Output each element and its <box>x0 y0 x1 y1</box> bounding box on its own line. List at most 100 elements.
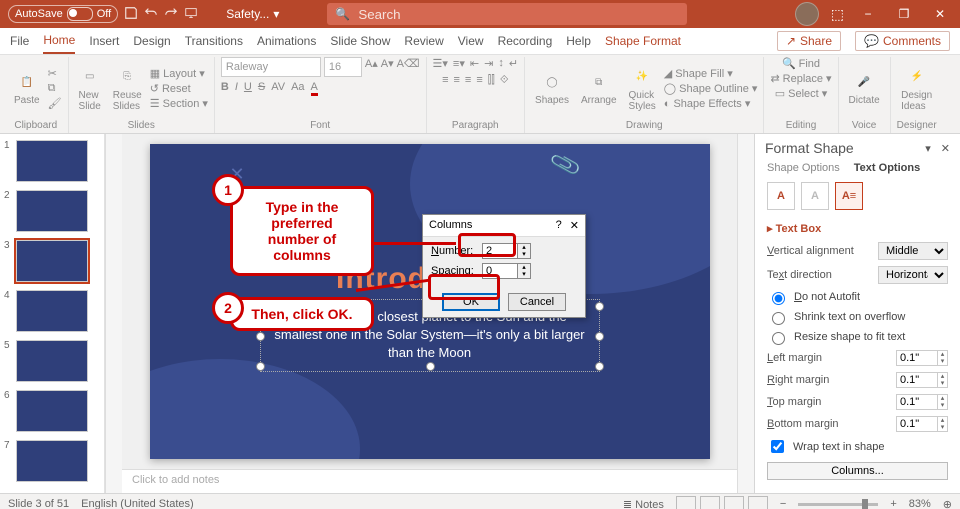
select-button[interactable]: ▭ Select ▾ <box>775 87 828 100</box>
indent-right-icon[interactable]: ⇥ <box>484 57 493 70</box>
spin-up-icon[interactable]: ▴ <box>518 264 530 271</box>
pane-dropdown-icon[interactable]: ▾ <box>925 142 931 155</box>
left-margin-input[interactable] <box>896 350 937 366</box>
tab-animations[interactable]: Animations <box>257 29 316 53</box>
tab-help[interactable]: Help <box>566 29 591 53</box>
clear-format-icon[interactable]: A⌫ <box>397 57 420 77</box>
ribbon-display-icon[interactable]: ⬚ <box>831 6 844 23</box>
normal-view-button[interactable] <box>676 496 696 509</box>
autofit-none-radio[interactable] <box>772 292 785 305</box>
top-margin-input[interactable] <box>896 394 937 410</box>
spin-down-icon[interactable]: ▾ <box>938 402 947 409</box>
reuse-slides-button[interactable]: ⎘ Reuse Slides <box>109 64 146 114</box>
shape-outline-button[interactable]: ◯ Shape Outline ▾ <box>664 82 758 95</box>
dialog-help-button[interactable]: ? <box>556 219 562 232</box>
slide-thumbnail[interactable] <box>16 340 88 382</box>
copy-icon[interactable]: ⧉ <box>48 82 62 95</box>
font-name-input[interactable]: Raleway <box>221 57 321 77</box>
tab-recording[interactable]: Recording <box>498 29 553 53</box>
spin-down-icon[interactable]: ▾ <box>518 251 530 258</box>
layout-button[interactable]: ▦ Layout ▾ <box>150 67 208 80</box>
design-ideas-button[interactable]: ⚡Design Ideas <box>897 64 936 114</box>
tab-design[interactable]: Design <box>133 29 170 53</box>
section-button[interactable]: ☰ Section ▾ <box>150 97 208 110</box>
tab-file[interactable]: File <box>10 29 29 53</box>
zoom-out-button[interactable]: − <box>780 498 786 509</box>
columns-button[interactable]: Columns... <box>767 462 948 480</box>
slide-thumbnail[interactable] <box>16 140 88 182</box>
zoom-level[interactable]: 83% <box>909 498 931 509</box>
language-indicator[interactable]: English (United States) <box>81 498 194 509</box>
text-effects-tab-icon[interactable]: A <box>801 182 829 210</box>
spin-down-icon[interactable]: ▾ <box>518 271 530 278</box>
resize-handle[interactable] <box>426 362 435 371</box>
slide-thumbnail[interactable] <box>16 240 88 282</box>
tab-home[interactable]: Home <box>43 28 75 54</box>
spin-up-icon[interactable]: ▴ <box>518 244 530 251</box>
spin-down-icon[interactable]: ▾ <box>938 380 947 387</box>
cut-icon[interactable]: ✂ <box>48 67 62 80</box>
spin-up-icon[interactable]: ▴ <box>938 373 947 380</box>
fit-to-window-button[interactable]: ⊕ <box>943 498 952 509</box>
justify-icon[interactable]: ≡ <box>476 74 482 87</box>
columns-icon[interactable]: ⫿⫿ <box>488 74 495 87</box>
quick-styles-button[interactable]: ✨Quick Styles <box>625 64 660 114</box>
slide-thumbnail[interactable] <box>16 390 88 432</box>
tab-view[interactable]: View <box>458 29 484 53</box>
restore-button[interactable]: ❐ <box>892 7 916 21</box>
close-button[interactable]: ✕ <box>928 7 952 21</box>
spin-down-icon[interactable]: ▾ <box>938 424 947 431</box>
tab-transitions[interactable]: Transitions <box>185 29 243 53</box>
document-name[interactable]: Safety... ▾ <box>226 7 279 21</box>
line-spacing-icon[interactable]: ↕ <box>498 57 504 70</box>
strike-button[interactable]: S <box>258 81 265 96</box>
autofit-resize-radio[interactable] <box>772 332 785 345</box>
align-center-icon[interactable]: ≡ <box>454 74 460 87</box>
resize-handle[interactable] <box>595 332 604 341</box>
notes-toggle[interactable]: ≣ Notes <box>623 498 664 509</box>
dialog-close-button[interactable]: ✕ <box>570 219 579 232</box>
reset-button[interactable]: ↺ Reset <box>150 82 208 95</box>
autosave-toggle[interactable]: AutoSave Off <box>8 5 118 23</box>
arrange-button[interactable]: ⧉Arrange <box>577 69 621 108</box>
search-box[interactable]: 🔍 <box>327 3 687 25</box>
minimize-button[interactable]: − <box>856 7 880 21</box>
wrap-checkbox[interactable] <box>771 440 784 453</box>
text-direction-select[interactable]: Horizontal <box>878 266 948 284</box>
bullets-icon[interactable]: ☰▾ <box>433 57 448 70</box>
underline-button[interactable]: U <box>244 81 252 96</box>
slide-thumbnail[interactable] <box>16 290 88 332</box>
char-spacing-button[interactable]: AV <box>271 81 285 96</box>
numbering-icon[interactable]: ≡▾ <box>453 57 465 70</box>
share-button[interactable]: ↗Share <box>777 31 841 51</box>
notes-pane[interactable]: Click to add notes <box>122 469 737 493</box>
start-slideshow-icon[interactable] <box>184 6 198 23</box>
indent-left-icon[interactable]: ⇤ <box>470 57 479 70</box>
spin-down-icon[interactable]: ▾ <box>938 358 947 365</box>
pane-close-button[interactable]: ✕ <box>941 142 950 155</box>
slide-thumbnail[interactable] <box>16 440 88 482</box>
find-button[interactable]: 🔍 Find <box>782 57 820 70</box>
font-size-input[interactable]: 16 <box>324 57 362 77</box>
zoom-in-button[interactable]: + <box>890 498 896 509</box>
tab-shape-format[interactable]: Shape Format <box>605 29 681 53</box>
align-right-icon[interactable]: ≡ <box>465 74 471 87</box>
increase-font-icon[interactable]: A▴ <box>365 57 378 77</box>
resize-handle[interactable] <box>256 362 265 371</box>
spin-up-icon[interactable]: ▴ <box>938 395 947 402</box>
undo-icon[interactable] <box>144 6 158 23</box>
new-slide-button[interactable]: ▭ New Slide <box>75 64 105 114</box>
tab-insert[interactable]: Insert <box>89 29 119 53</box>
font-color-button[interactable]: A <box>311 81 318 96</box>
save-icon[interactable] <box>124 6 138 23</box>
text-options-tab[interactable]: Text Options <box>854 162 920 174</box>
shapes-button[interactable]: ◯Shapes <box>531 69 573 108</box>
text-direction-icon[interactable]: ↵ <box>509 57 518 70</box>
valign-select[interactable]: Middle <box>878 242 948 260</box>
cancel-button[interactable]: Cancel <box>508 293 566 311</box>
resize-handle[interactable] <box>256 332 265 341</box>
resize-handle[interactable] <box>595 362 604 371</box>
shape-effects-button[interactable]: ◐ Shape Effects ▾ <box>664 97 758 110</box>
comments-button[interactable]: 💬Comments <box>855 31 950 51</box>
resize-handle[interactable] <box>595 302 604 311</box>
